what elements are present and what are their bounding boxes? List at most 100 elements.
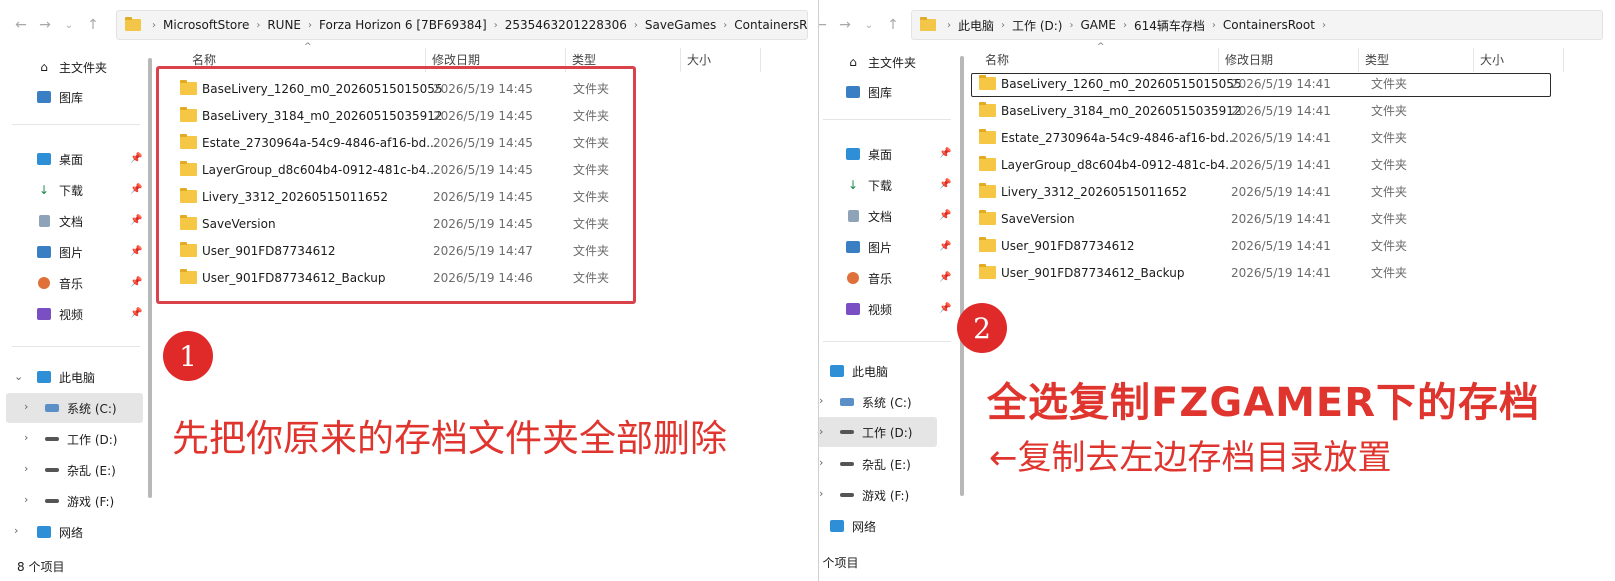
sidebar-scrollbar[interactable] [148, 58, 152, 498]
sidebar-item-drive-d[interactable]: 工作 (D:) [44, 425, 117, 453]
history-chevron-icon[interactable]: ⌄ [858, 14, 880, 36]
pin-icon[interactable]: 📌 [939, 241, 951, 252]
history-chevron-icon[interactable]: ⌄ [58, 14, 80, 36]
sidebar-item-label: 工作 (D:) [67, 432, 118, 447]
sidebar-item-gallery[interactable]: 图库 [36, 83, 83, 111]
pin-icon[interactable]: 📌 [939, 303, 951, 314]
pin-icon[interactable]: 📌 [130, 246, 142, 257]
computer-icon [829, 363, 845, 379]
nav-buttons: ← → ⌄ ↑ [819, 8, 906, 42]
chevron-right-icon[interactable]: › [24, 493, 28, 506]
up-arrow-icon[interactable]: ↑ [882, 14, 904, 36]
sidebar-item-desktop[interactable]: 桌面 [36, 145, 83, 173]
back-arrow-icon[interactable]: ← [10, 14, 32, 36]
column-type[interactable]: 类型 [1359, 48, 1474, 72]
sidebar-item-drive-c[interactable]: 系统 (C:) [44, 394, 117, 422]
pin-icon[interactable]: 📌 [130, 308, 142, 319]
sidebar-item-videos[interactable]: 视频 [36, 300, 83, 328]
sidebar-item-drive-f[interactable]: 游戏 (F:) [839, 481, 909, 509]
pin-icon[interactable]: 📌 [939, 210, 951, 221]
sidebar-item-videos[interactable]: 视频 [845, 295, 892, 323]
chevron-right-icon[interactable]: › [24, 462, 28, 475]
chevron-right-icon[interactable]: › [24, 431, 28, 444]
column-date[interactable]: 修改日期 [1219, 48, 1359, 72]
table-row[interactable]: Livery_3312_20260515011652 2026/5/19 14:… [959, 178, 1559, 205]
pin-icon[interactable]: 📌 [130, 153, 142, 164]
sidebar-item-home[interactable]: ⌂ 主文件夹 [845, 48, 916, 76]
music-icon [36, 275, 52, 291]
sidebar-item-pictures[interactable]: 图片 [845, 233, 892, 261]
sidebar-item-music[interactable]: 音乐 [845, 264, 892, 292]
sidebar-item-gallery[interactable]: 图库 [845, 78, 892, 106]
sidebar-item-label: 此电脑 [852, 364, 889, 379]
table-row[interactable]: Estate_2730964a-54c9-4846-af16-bd... 202… [959, 124, 1559, 151]
up-arrow-icon[interactable]: ↑ [82, 14, 104, 36]
table-row[interactable]: LayerGroup_d8c604b4-0912-481c-b4... 2026… [959, 151, 1559, 178]
video-icon [845, 301, 861, 317]
sidebar-item-music[interactable]: 音乐 [36, 269, 83, 297]
breadcrumb-item[interactable]: 工作 (D:) [1010, 17, 1064, 34]
breadcrumb-item[interactable]: SaveGames [643, 18, 718, 32]
breadcrumb-item[interactable]: ContainersRoot [732, 18, 807, 32]
chevron-down-icon[interactable]: ⌄ [14, 370, 23, 383]
forward-arrow-icon[interactable]: → [834, 14, 856, 36]
chevron-right-icon[interactable]: › [24, 400, 28, 413]
sidebar-item-desktop[interactable]: 桌面 [845, 140, 892, 168]
sidebar-item-documents[interactable]: 文档 [36, 207, 83, 235]
file-type: 文件夹 [1371, 266, 1408, 280]
chevron-right-icon[interactable]: › [819, 456, 823, 469]
sidebar-item-documents[interactable]: 文档 [845, 202, 892, 230]
pin-icon[interactable]: 📌 [130, 184, 142, 195]
sidebar-item-drive-d[interactable]: 工作 (D:) [839, 418, 912, 446]
sidebar-item-drive-f[interactable]: 游戏 (F:) [44, 487, 114, 515]
breadcrumb-item[interactable]: Forza Horizon 6 [7BF69384] [317, 18, 489, 32]
chevron-right-icon[interactable]: › [14, 524, 18, 537]
breadcrumb-item[interactable]: 2535463201228306 [503, 18, 629, 32]
pin-icon[interactable]: 📌 [939, 179, 951, 190]
table-row[interactable]: SaveVersion 2026/5/19 14:41 文件夹 [959, 205, 1559, 232]
chevron-right-icon[interactable]: › [819, 425, 823, 438]
sidebar-item-drive-e[interactable]: 杂乱 (E:) [839, 450, 911, 478]
column-size[interactable]: 大小 [681, 48, 761, 72]
chevron-down-icon[interactable]: ⌄ [819, 364, 820, 377]
folder-icon [920, 17, 936, 31]
sidebar-item-downloads[interactable]: ↓ 下载 [36, 176, 83, 204]
column-name[interactable]: 名称 [979, 48, 1219, 72]
chevron-right-icon: › [1211, 19, 1216, 31]
breadcrumb-item[interactable]: 614辆车存档 [1132, 17, 1207, 34]
file-type: 文件夹 [1371, 131, 1408, 145]
chevron-right-icon[interactable]: › [819, 394, 823, 407]
sidebar-item-drive-c[interactable]: 系统 (C:) [839, 388, 912, 416]
breadcrumb-item[interactable]: MicrosoftStore [161, 18, 251, 32]
address-bar[interactable]: › MicrosoftStore › RUNE › Forza Horizon … [116, 10, 808, 40]
pin-icon[interactable]: 📌 [939, 148, 951, 159]
pin-icon[interactable]: 📌 [130, 277, 142, 288]
sidebar-item-thispc[interactable]: 此电脑 [829, 357, 888, 385]
sidebar-item-drive-e[interactable]: 杂乱 (E:) [44, 456, 116, 484]
pin-icon[interactable]: 📌 [130, 215, 142, 226]
sidebar-item-downloads[interactable]: ↓ 下载 [845, 171, 892, 199]
file-type: 文件夹 [1371, 239, 1408, 253]
back-arrow-icon[interactable]: ← [819, 14, 832, 36]
sidebar-item-network[interactable]: 网络 [36, 518, 83, 546]
address-bar[interactable]: › 此电脑 › 工作 (D:) › GAME › 614辆车存档 › Conta… [911, 10, 1603, 40]
breadcrumb-item[interactable]: 此电脑 [956, 17, 996, 34]
sidebar-item-home[interactable]: ⌂ 主文件夹 [36, 53, 107, 81]
sidebar-item-label: 图片 [59, 245, 84, 260]
table-row[interactable]: User_901FD87734612 2026/5/19 14:41 文件夹 [959, 232, 1559, 259]
sidebar-item-network[interactable]: 网络 [829, 512, 876, 540]
pin-icon[interactable]: 📌 [939, 272, 951, 283]
table-row[interactable]: BaseLivery_3184_m0_20260515035912 2026/5… [959, 97, 1559, 124]
forward-arrow-icon[interactable]: → [34, 14, 56, 36]
column-size[interactable]: 大小 [1474, 48, 1564, 72]
breadcrumb-item[interactable]: ContainersRoot [1221, 18, 1317, 32]
sidebar-item-thispc[interactable]: 此电脑 [36, 363, 95, 391]
table-row[interactable]: User_901FD87734612_Backup 2026/5/19 14:4… [959, 259, 1559, 286]
chevron-right-icon: › [256, 19, 261, 31]
chevron-right-icon[interactable]: › [819, 487, 823, 500]
breadcrumb-item[interactable]: GAME [1078, 18, 1117, 32]
breadcrumb-item[interactable]: RUNE [265, 18, 303, 32]
table-row[interactable]: BaseLivery_1260_m0_20260515015055 2026/5… [959, 70, 1559, 97]
folder-icon [979, 210, 996, 225]
sidebar-item-pictures[interactable]: 图片 [36, 238, 83, 266]
